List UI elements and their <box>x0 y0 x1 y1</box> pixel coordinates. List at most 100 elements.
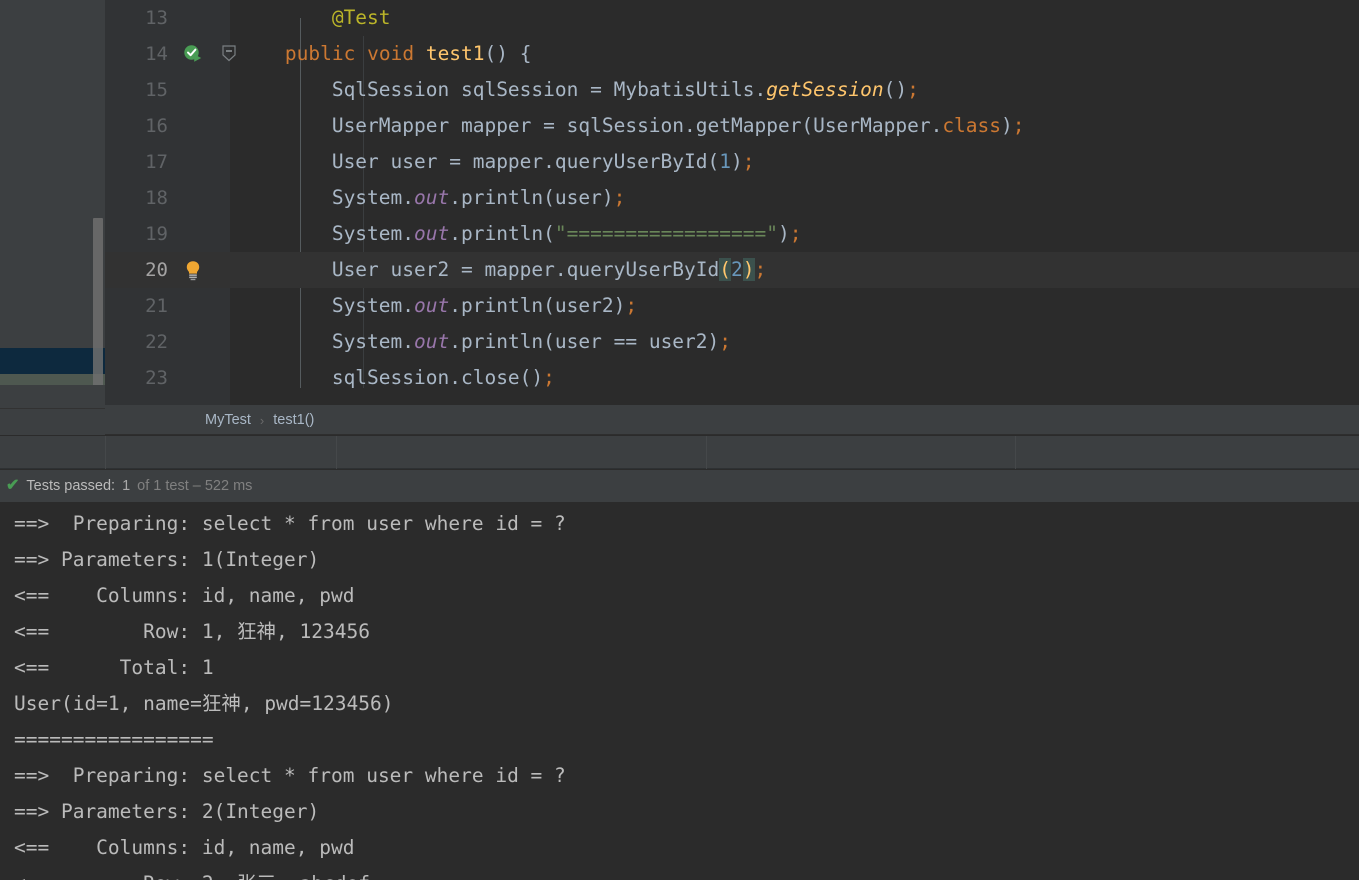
breadcrumb-method[interactable]: test1() <box>273 412 314 428</box>
code-line-text[interactable]: User user = mapper.queryUserById(1); <box>332 144 755 180</box>
code-token: ; <box>543 366 555 389</box>
breadcrumb-class[interactable]: MyTest <box>205 412 251 428</box>
run-tool-window-toolbar[interactable] <box>0 436 1359 469</box>
line-number: 21 <box>145 295 168 317</box>
code-line[interactable]: 24} <box>105 396 1359 405</box>
code-line-text[interactable]: System.out.println("================="); <box>332 216 802 252</box>
fold-collapse-icon[interactable] <box>215 36 243 72</box>
code-line[interactable]: 18 System.out.println(user); <box>105 180 1359 216</box>
code-token: System. <box>331 294 415 317</box>
code-line[interactable]: 22 System.out.println(user == user2); <box>105 324 1359 360</box>
code-line[interactable]: 16 UserMapper mapper = sqlSession.getMapp… <box>105 108 1359 144</box>
line-number: 20 <box>145 259 168 281</box>
code-token: ; <box>625 294 638 317</box>
console-line: <== Row: 2, 张三, abcdef <box>0 866 1359 880</box>
code-line-text[interactable]: SqlSession sqlSession = MybatisUtils.get… <box>332 72 919 108</box>
code-token: () { <box>484 42 532 65</box>
code-line[interactable]: 21 System.out.println(user2); <box>105 288 1359 324</box>
code-token: User user = mapper.queryUserById( <box>331 150 720 173</box>
line-number: 23 <box>145 367 168 389</box>
console-line: ================= <box>14 728 214 751</box>
console-line: ==> Parameters: 1(Integer) <box>14 548 320 571</box>
code-token: ; <box>907 78 919 101</box>
line-number: 18 <box>145 187 168 209</box>
console-line: ==> Parameters: 2(Integer) <box>14 800 320 823</box>
ide-window: 13 @Test 14 public void test1() { 15 SqlSessi… <box>0 0 1359 880</box>
line-number: 13 <box>145 7 168 29</box>
line-number: 16 <box>145 115 168 137</box>
project-pane-scrollbar[interactable] <box>93 218 103 386</box>
code-line[interactable]: 23 sqlSession.close(); <box>105 360 1359 396</box>
code-token: ; <box>789 222 802 245</box>
code-line[interactable]: 17 User user = mapper.queryUserById(1); <box>105 144 1359 180</box>
code-line-text[interactable]: @Test <box>332 0 391 36</box>
code-line-text[interactable]: public void test1() { <box>285 36 532 72</box>
code-token: ) <box>742 258 755 281</box>
code-token: SqlSession sqlSession = MybatisUtils. <box>331 78 767 101</box>
line-number: 15 <box>145 79 168 101</box>
code-token: System. <box>331 186 415 209</box>
code-editor[interactable]: 13 @Test 14 public void test1() { 15 SqlSessi… <box>105 0 1359 405</box>
code-token: sqlSession.close() <box>331 366 544 389</box>
console-line: User(id=1, name=狂神, pwd=123456) <box>14 692 394 715</box>
code-line-text[interactable]: sqlSession.close(); <box>332 360 555 396</box>
test-status-bar: ✔ Tests passed: 1 of 1 test – 522 ms <box>0 470 1359 503</box>
code-line[interactable]: 15 SqlSession sqlSession = MybatisUtils.g… <box>105 72 1359 108</box>
code-token: System. <box>331 330 415 353</box>
code-line-text[interactable]: System.out.println(user); <box>332 180 626 216</box>
code-token: ( <box>719 258 731 281</box>
project-pane-footer <box>0 385 105 435</box>
line-number: 24 <box>105 396 168 405</box>
line-number: 19 <box>145 223 168 245</box>
lightbulb-intention-icon[interactable] <box>175 252 211 288</box>
code-token: out <box>414 222 450 245</box>
code-line[interactable]: 14 public void test1() { <box>105 36 1359 72</box>
code-token: ) <box>731 150 743 173</box>
code-token: out <box>414 330 450 353</box>
code-line[interactable]: 19 System.out.println("================="… <box>105 216 1359 252</box>
code-line-text[interactable]: UserMapper mapper = sqlSession.getMapper… <box>332 108 1025 144</box>
console-output[interactable]: ==> Preparing: select * from user where … <box>0 503 1359 880</box>
code-token: ; <box>719 330 732 353</box>
project-pane-strip[interactable] <box>0 0 105 435</box>
console-line: ==> Preparing: select * from user where … <box>14 512 566 535</box>
project-selected-row[interactable] <box>0 348 105 374</box>
code-line[interactable]: 20 User user2 = mapper.queryUserById(2); <box>105 252 1359 288</box>
fold-end-icon[interactable] <box>215 396 243 405</box>
editor-lines[interactable]: 13 @Test 14 public void test1() { 15 SqlSessi… <box>105 0 1359 405</box>
console-line: ==> Preparing: select * from user where … <box>14 764 566 787</box>
code-token: System. <box>331 222 415 245</box>
code-line-text[interactable]: System.out.println(user2); <box>332 288 637 324</box>
tests-passed-label: Tests passed: <box>26 478 116 494</box>
code-token: public <box>284 42 356 65</box>
code-token: void <box>367 42 415 65</box>
toolbar-divider-4 <box>1015 436 1016 469</box>
code-token: out <box>414 186 450 209</box>
code-line-text[interactable]: System.out.println(user == user2); <box>332 324 731 360</box>
code-token: UserMapper mapper = sqlSession.getMapper… <box>331 114 943 137</box>
code-line-text[interactable]: User user2 = mapper.queryUserById(2); <box>332 252 766 288</box>
code-token: @Test <box>331 6 391 29</box>
code-line-text[interactable]: } <box>285 396 297 405</box>
code-token: () <box>883 78 908 101</box>
console-line: <== Columns: id, name, pwd <box>14 836 355 859</box>
console-line: <== Columns: id, name, pwd <box>14 584 355 607</box>
code-token: 2 <box>731 258 743 281</box>
breadcrumb-divider <box>105 434 1359 435</box>
run-test-passed-icon[interactable] <box>175 36 211 72</box>
code-token: ) <box>777 222 790 245</box>
code-token: test1 <box>425 42 485 65</box>
check-icon: ✔ <box>6 477 20 494</box>
code-line[interactable]: 13 @Test <box>105 0 1359 36</box>
code-token: class <box>942 114 1002 137</box>
code-token: ; <box>1012 114 1025 137</box>
code-token: getSession <box>766 78 884 101</box>
code-token: ) <box>1001 114 1013 137</box>
breadcrumb[interactable]: MyTest › test1() <box>105 405 1359 435</box>
tests-passed-count: 1 <box>122 478 131 494</box>
console-line: <== Total: 1 <box>14 656 214 679</box>
code-token: ; <box>742 150 755 173</box>
code-token: out <box>414 294 450 317</box>
